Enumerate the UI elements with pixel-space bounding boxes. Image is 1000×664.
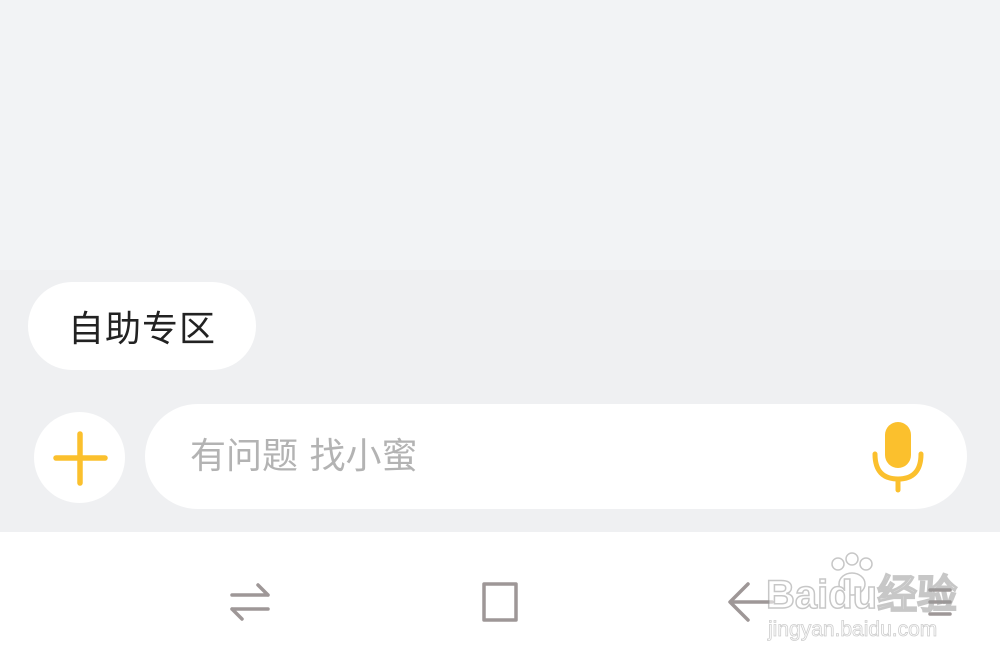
add-button[interactable] <box>34 412 125 503</box>
menu-icon <box>928 588 952 616</box>
self-service-chip[interactable]: 自助专区 <box>28 282 256 370</box>
chat-message-area <box>0 0 1000 270</box>
back-arrow-icon <box>728 582 774 622</box>
system-navigation-bar <box>0 532 1000 664</box>
microphone-icon <box>872 422 924 493</box>
back-button[interactable] <box>710 562 790 642</box>
message-input[interactable] <box>145 404 967 509</box>
self-service-chip-label: 自助专区 <box>67 309 216 350</box>
recent-apps-button[interactable] <box>210 562 290 642</box>
menu-button[interactable] <box>900 562 980 642</box>
home-button[interactable] <box>460 562 540 642</box>
plus-icon <box>53 431 108 486</box>
bottom-input-panel: 自助专区 <box>0 270 1000 532</box>
voice-input-button[interactable] <box>868 420 928 496</box>
home-square-icon <box>482 582 518 622</box>
switch-arrows-icon <box>230 583 270 621</box>
